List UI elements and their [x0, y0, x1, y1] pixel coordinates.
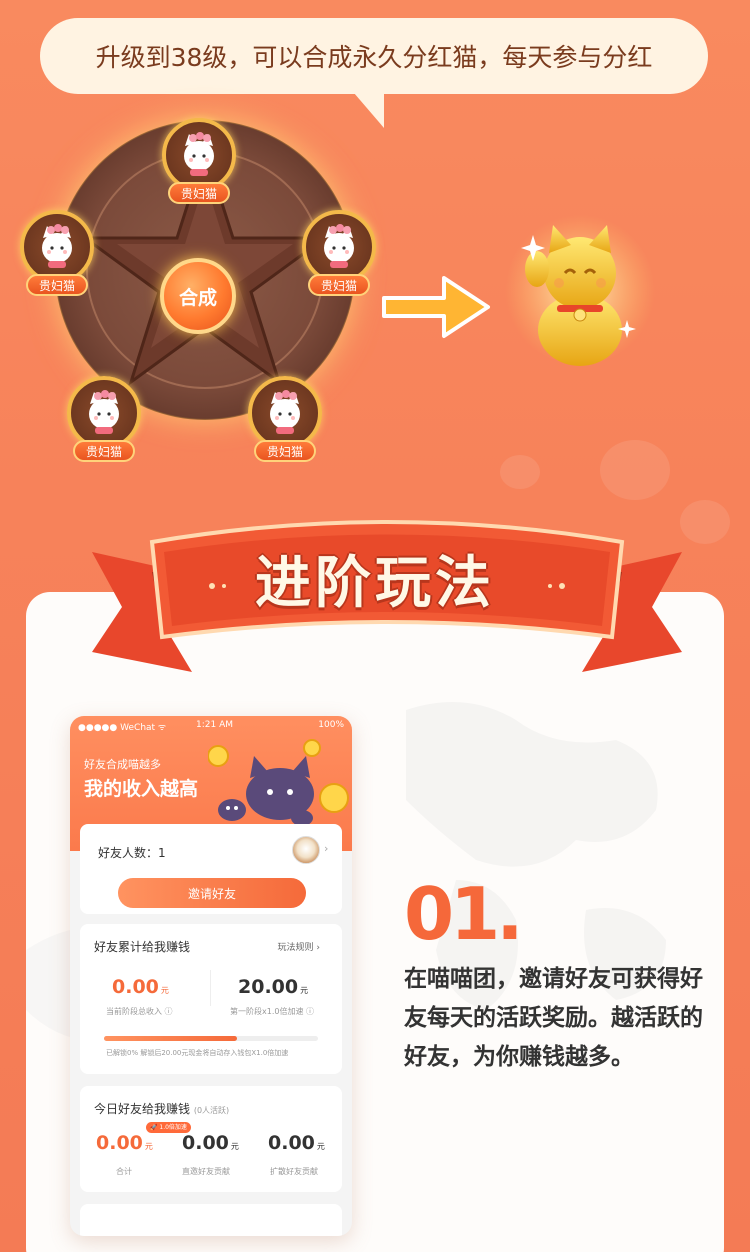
direct-unit: 元 [230, 1142, 239, 1151]
paw-print-decoration [500, 455, 540, 489]
status-battery: 100% [318, 720, 344, 730]
step-number: 01. [404, 872, 524, 956]
cat-node-left: 贵妇猫 [20, 210, 94, 300]
banner-text: 升级到38级，可以合成永久分红猫，每天参与分红 [95, 43, 653, 72]
cat-node-bottom-left: 贵妇猫 [67, 376, 141, 466]
earnings-card: 好友累计给我赚钱 玩法规则 › 0.00 元 当前阶段总收入 ⓘ 20.00 元 第… [80, 924, 342, 1074]
status-carrier: ●●●●● WeChat ᯤ [78, 723, 167, 733]
earned-amount: 0.00 元 [112, 976, 169, 998]
lady-cat-icon [42, 224, 72, 268]
avatar[interactable] [292, 836, 320, 864]
arrow-right-icon [382, 276, 490, 338]
earned-value: 0.00 [112, 976, 159, 998]
paw-print-decoration [680, 500, 730, 544]
target-unit: 元 [300, 986, 309, 995]
cat-node-label: 贵妇猫 [168, 182, 230, 204]
next-card [80, 1204, 342, 1236]
spread-value: 0.00 [268, 1132, 315, 1154]
today-earnings-card: 今日好友给我赚钱 (0人活跃) 🚀 1.0倍加速 0.00 元 合计 0.00 元 … [80, 1086, 342, 1192]
level-up-banner: 升级到38级，可以合成永久分红猫，每天参与分红 [40, 18, 708, 94]
phone-mockup: ●●●●● WeChat ᯤ 1:21 AM 100% 好友合成喵越多 我的收入… [70, 716, 352, 1236]
cat-node-label: 贵妇猫 [308, 274, 370, 296]
chevron-right-icon[interactable]: › [324, 842, 328, 855]
today-total-unit: 元 [144, 1142, 153, 1151]
paw-print-decoration [600, 440, 670, 500]
cat-node-label: 贵妇猫 [254, 440, 316, 462]
cat-node-label: 贵妇猫 [73, 440, 135, 462]
rules-link[interactable]: 玩法规则 › [278, 940, 321, 953]
active-note: (0人活跃) [193, 1106, 230, 1115]
merge-label: 合成 [178, 286, 217, 309]
spread-unit: 元 [316, 1142, 325, 1151]
lady-cat-icon [270, 390, 300, 434]
friends-count: 好友人数：1 [98, 846, 166, 860]
friends-card: 好友人数：1 › 邀请好友 [80, 824, 342, 914]
direct-caption: 直邀好友贡献 [182, 1167, 230, 1176]
direct-value: 0.00 [182, 1132, 229, 1154]
spread-caption: 扩散好友贡献 [270, 1167, 318, 1176]
target-amount: 20.00 元 [238, 976, 308, 998]
cat-node-right: 贵妇猫 [302, 210, 376, 300]
earnings-title: 好友累计给我赚钱 [94, 940, 191, 954]
progress-note: 已解锁0% 解锁后20.00元现金将自动存入钱包X1.0倍加速 [106, 1049, 289, 1057]
target-value: 20.00 [238, 976, 299, 998]
golden-lucky-cat-icon [505, 215, 655, 366]
spread-contribution: 0.00 元 [268, 1132, 325, 1154]
cat-node-label: 贵妇猫 [26, 274, 88, 296]
lady-cat-icon [324, 224, 354, 268]
invite-friends-button[interactable]: 邀请好友 [118, 878, 306, 908]
today-title: 今日好友给我赚钱 (0人活跃) [94, 1100, 229, 1117]
header-subtitle: 好友合成喵越多 [84, 758, 161, 771]
header-title: 我的收入越高 [84, 778, 199, 800]
today-title-text: 今日好友给我赚钱 [94, 1102, 191, 1116]
today-total-caption: 合计 [116, 1167, 132, 1176]
rules-link-label[interactable]: 玩法规则 [278, 943, 314, 953]
merge-button[interactable]: 合成 [160, 258, 236, 334]
today-total: 0.00 元 [96, 1132, 153, 1154]
lady-cat-icon [89, 390, 119, 434]
status-bar: ●●●●● WeChat ᯤ 1:21 AM 100% [78, 720, 344, 734]
direct-invite-contribution: 0.00 元 [182, 1132, 239, 1154]
progress-fill [104, 1036, 237, 1041]
section-title: 进阶玩法 [255, 550, 495, 616]
lady-cat-icon [184, 132, 214, 176]
divider [210, 970, 211, 1006]
today-total-value: 0.00 [96, 1132, 143, 1154]
cat-node-bottom-right: 贵妇猫 [248, 376, 322, 466]
earned-caption: 当前阶段总收入 ⓘ [106, 1007, 173, 1016]
step-description: 在喵喵团，邀请好友可获得好友每天的活跃奖励。越活跃的好友，为你赚钱越多。 [404, 966, 703, 1070]
cat-mascot-icon [208, 739, 349, 826]
status-time: 1:21 AM [196, 720, 233, 730]
progress-bar [104, 1036, 318, 1041]
cat-node-top: 贵妇猫 [162, 118, 236, 208]
earned-unit: 元 [160, 986, 169, 995]
target-caption: 第一阶段x1.0倍加速 ⓘ [230, 1007, 314, 1016]
chevron-right-icon: › [316, 943, 320, 953]
